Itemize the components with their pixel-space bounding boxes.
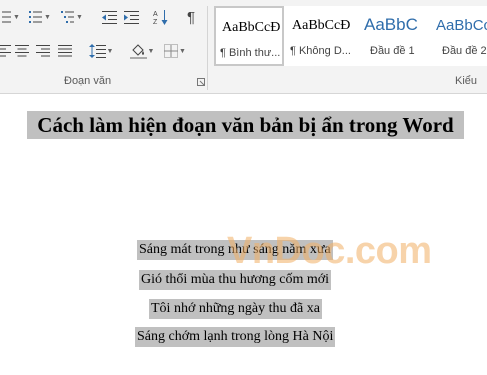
bullets-button[interactable]: ▼ <box>0 7 22 27</box>
style-normal[interactable]: AaBbCcĐ ¶ Bình thư... <box>214 6 284 66</box>
style-label: Đầu đề 1 <box>370 45 415 57</box>
line-spacing-icon <box>88 44 106 58</box>
document-title: Cách làm hiện đoạn văn bản bị ẩn trong W… <box>27 111 464 139</box>
dropdown-arrow-icon[interactable]: ▼ <box>179 48 186 55</box>
style-sample: AaBbCcĐ <box>222 20 281 35</box>
line-spacing-button[interactable]: ▼ <box>86 41 116 61</box>
document-line: Gió thổi mùa thu hương cốm mới <box>139 270 332 290</box>
sort-button[interactable]: A Z <box>150 7 172 27</box>
styles-group-label: Kiểu <box>455 75 478 87</box>
styles-gallery: AaBbCcĐ ¶ Bình thư... AaBbCcĐ ¶ Không D.… <box>214 6 487 66</box>
decrease-indent-button[interactable] <box>99 7 119 27</box>
dialog-launcher-icon[interactable] <box>197 78 205 86</box>
style-label: Đầu đề 2 <box>442 45 487 57</box>
shading-button[interactable]: ▼ <box>127 41 157 61</box>
align-right-button[interactable] <box>33 41 53 61</box>
style-heading-1[interactable]: AaBbC Đầu đề 1 <box>358 6 428 66</box>
align-right-icon <box>36 45 50 57</box>
document-line: Sáng chớm lạnh trong lòng Hà Nội <box>135 327 336 347</box>
paragraph-group-label: Đoạn văn <box>64 75 112 87</box>
sort-icon: A Z <box>153 9 168 25</box>
show-marks-icon: ¶ <box>186 8 196 26</box>
multilevel-list-icon <box>61 11 75 23</box>
style-sample: AaBbCc <box>436 17 487 34</box>
numbering-icon <box>29 11 43 23</box>
svg-text:Z: Z <box>153 19 158 25</box>
dropdown-arrow-icon[interactable]: ▼ <box>76 14 83 21</box>
style-label: ¶ Không D... <box>290 45 351 57</box>
style-no-spacing[interactable]: AaBbCcĐ ¶ Không D... <box>286 6 356 66</box>
shading-icon <box>129 44 147 59</box>
dropdown-arrow-icon[interactable]: ▼ <box>107 48 114 55</box>
align-center-button[interactable] <box>12 41 32 61</box>
align-left-icon <box>0 45 11 57</box>
ribbon: ▼ ▼ ▼ A Z ¶ ▼ ▼ ▼ Đoạn văn AaBbCcĐ ¶ Bìn… <box>0 0 487 94</box>
multilevel-list-button[interactable]: ▼ <box>58 7 86 27</box>
bullets-icon <box>0 11 12 23</box>
document-line: Tôi nhớ những ngày thu đã xa <box>149 299 322 319</box>
borders-icon <box>164 44 179 58</box>
show-marks-button[interactable]: ¶ <box>180 7 202 27</box>
style-label: ¶ Bình thư... <box>220 47 281 59</box>
svg-text:A: A <box>153 11 158 18</box>
group-separator <box>207 6 208 90</box>
justify-button[interactable] <box>55 41 75 61</box>
style-sample: AaBbCcĐ <box>292 18 351 33</box>
style-heading-2[interactable]: AaBbCc Đầu đề 2 <box>430 6 487 66</box>
numbering-button[interactable]: ▼ <box>26 7 54 27</box>
borders-button[interactable]: ▼ <box>162 41 188 61</box>
style-sample: AaBbC <box>364 15 418 34</box>
dropdown-arrow-icon[interactable]: ▼ <box>13 14 20 21</box>
justify-icon <box>58 45 72 57</box>
align-center-icon <box>15 45 29 57</box>
decrease-indent-icon <box>101 10 117 24</box>
dropdown-arrow-icon[interactable]: ▼ <box>44 14 51 21</box>
increase-indent-icon <box>123 10 139 24</box>
increase-indent-button[interactable] <box>121 7 141 27</box>
dropdown-arrow-icon[interactable]: ▼ <box>148 48 155 55</box>
watermark-logo: VnDoc.com <box>227 230 432 272</box>
